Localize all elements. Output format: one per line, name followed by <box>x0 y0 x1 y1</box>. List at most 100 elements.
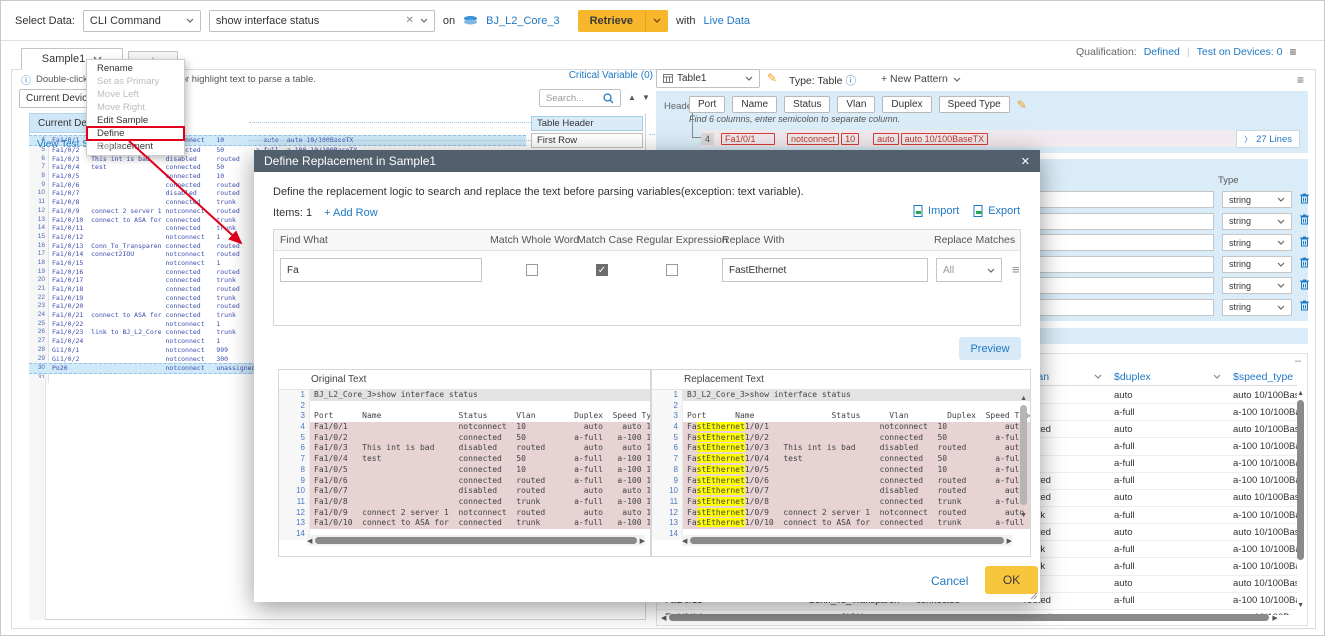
clear-icon[interactable]: ✕ <box>406 15 414 26</box>
scroll-down-icon[interactable]: ▼ <box>1020 512 1027 519</box>
delete-variable-icon[interactable] <box>1300 236 1309 250</box>
import-button[interactable]: Import <box>913 205 959 217</box>
table-cell: auto <box>1106 424 1225 435</box>
replace-matches-select[interactable]: All <box>936 258 1002 282</box>
ok-button[interactable]: OK <box>985 566 1038 594</box>
resize-handle[interactable] <box>1029 591 1038 600</box>
vertical-scrollbar[interactable] <box>1020 405 1027 505</box>
delete-variable-icon[interactable] <box>1300 257 1309 271</box>
search-input[interactable]: Search... <box>539 89 621 107</box>
regular-expression-checkbox[interactable] <box>666 264 678 276</box>
column-chip-speed-type[interactable]: Speed Type <box>939 96 1010 113</box>
edit-table-icon[interactable]: ✎ <box>767 71 777 85</box>
pattern-cell[interactable]: 10 <box>841 133 859 145</box>
scroll-up-icon[interactable]: ▲ <box>1297 390 1304 397</box>
horizontal-scrollbar[interactable]: ◀ ▶ <box>307 535 645 546</box>
code-line: 7FastEthernet1/0/4 test connected 50 a-f… <box>652 454 1030 465</box>
line-number: 10 <box>652 486 683 497</box>
pattern-cell[interactable]: auto <box>873 133 899 145</box>
edit-columns-icon[interactable]: ✎ <box>1017 98 1027 112</box>
device-link[interactable]: BJ_L2_Core_3 <box>486 15 559 27</box>
pattern-sample-row[interactable]: 4 Fa1/0/1 notconnect 10 auto auto 10/100… <box>701 130 1241 147</box>
horizontal-scrollbar[interactable]: ◀ ▶ <box>661 612 1297 623</box>
find-what-input[interactable]: Fa <box>280 258 482 282</box>
match-whole-word-checkbox[interactable] <box>526 264 538 276</box>
match-case-checkbox[interactable]: ✓ <box>596 264 608 276</box>
code-line: 6FastEthernet1/0/3 This int is bad disab… <box>652 443 1030 454</box>
chevron-right-icon: 〉 <box>1244 134 1252 145</box>
retrieve-dropdown[interactable] <box>645 10 668 32</box>
delete-variable-icon[interactable] <box>1300 214 1309 228</box>
variable-column-speed_type[interactable]: $speed_type <box>1225 371 1297 383</box>
critical-variable-link[interactable]: Critical Variable (0) <box>549 70 653 81</box>
line-number: 9 <box>279 476 310 487</box>
col-replace-matches: Replace Matches <box>934 234 1015 246</box>
column-chip-duplex[interactable]: Duplex <box>882 96 931 113</box>
add-row-button[interactable]: + Add Row <box>324 207 378 219</box>
scroll-left-icon[interactable]: ◀ <box>661 614 666 622</box>
line-number: 13 <box>279 518 310 529</box>
table-selector[interactable]: Table1 <box>656 69 760 88</box>
panel-menu-icon[interactable]: ≡ <box>1297 73 1304 87</box>
replace-with-input[interactable]: FastEthernet <box>722 258 928 282</box>
column-chip-status[interactable]: Status <box>784 96 830 113</box>
delete-variable-icon[interactable] <box>1300 193 1309 207</box>
dialog-header[interactable]: Define Replacement in Sample1 ✕ <box>254 150 1040 172</box>
scroll-up-icon[interactable]: ▲ <box>1020 395 1027 402</box>
variable-type-select[interactable]: string <box>1222 213 1292 230</box>
variable-column-duplex[interactable]: $duplex <box>1106 371 1225 383</box>
chevron-down-icon <box>745 76 753 81</box>
variable-type-select[interactable]: string <box>1222 191 1292 208</box>
anchor-table-header[interactable]: Table Header <box>531 116 643 131</box>
line-number: 12 <box>652 508 683 519</box>
data-type-select[interactable]: CLI Command <box>83 10 201 32</box>
cancel-button[interactable]: Cancel <box>931 574 968 588</box>
anchor-first-row[interactable]: First Row <box>531 133 643 148</box>
code-line: 9Fa1/0/6 connected routed a-full a-100 1… <box>279 476 650 487</box>
sort-down-icon[interactable]: ▼ <box>642 93 650 102</box>
horizontal-scrollbar[interactable]: ◀ ▶ <box>682 535 1012 546</box>
qualification-value[interactable]: Defined <box>1144 46 1180 58</box>
menu-icon[interactable]: ≡ <box>1289 45 1296 59</box>
variable-type-select[interactable]: string <box>1222 299 1292 316</box>
lines-expander[interactable]: 〉 27 Lines <box>1236 130 1300 148</box>
scroll-right-icon[interactable]: ▶ <box>640 537 645 545</box>
variable-type-select[interactable]: string <box>1222 256 1292 273</box>
pattern-cell[interactable]: auto 10/100BaseTX <box>901 133 989 145</box>
live-data-link[interactable]: Live Data <box>704 15 750 27</box>
scroll-left-icon[interactable]: ◀ <box>682 537 687 545</box>
command-input[interactable]: show interface status ✕ <box>209 10 435 32</box>
vertical-scrollbar[interactable] <box>1297 400 1304 560</box>
test-on-devices-link[interactable]: Test on Devices: 0 <box>1197 46 1283 58</box>
menu-item-define-replacement[interactable]: Define Replacement <box>87 127 184 140</box>
new-pattern-button[interactable]: + New Pattern <box>881 73 961 85</box>
replacement-rule-table: Find What Match Whole Word Match Case Re… <box>273 229 1021 326</box>
info-icon[interactable]: ⓘ <box>845 75 856 87</box>
delete-variable-icon[interactable] <box>1300 279 1309 293</box>
variable-type-select[interactable]: string <box>1222 277 1292 294</box>
sort-up-icon[interactable]: ▲ <box>628 93 636 102</box>
retrieve-button[interactable]: Retrieve <box>578 10 668 32</box>
code-line: 8Fa1/0/5 connected 10 a-full a-100 10/10… <box>279 465 650 476</box>
close-icon[interactable]: ✕ <box>1021 155 1030 168</box>
column-chip-vlan[interactable]: Vlan <box>837 96 875 113</box>
column-chip-name[interactable]: Name <box>732 96 777 113</box>
preview-button[interactable]: Preview <box>959 337 1021 360</box>
collapse-icon[interactable]: – <box>1295 355 1301 367</box>
scroll-right-icon[interactable]: ▶ <box>1007 537 1012 545</box>
line-number: 8 <box>279 465 310 476</box>
table-cell: auto 10/100BaseTX <box>1225 527 1297 538</box>
menu-item-edit-sample[interactable]: Edit Sample <box>87 114 184 127</box>
scroll-left-icon[interactable]: ◀ <box>307 537 312 545</box>
pattern-cell[interactable]: Fa1/0/1 <box>721 133 775 145</box>
export-button[interactable]: Export <box>973 205 1020 217</box>
menu-item-rename[interactable]: Rename <box>87 62 184 75</box>
drag-handle-icon[interactable]: ≡ <box>1012 262 1020 277</box>
column-chip-port[interactable]: Port <box>689 96 725 113</box>
delete-variable-icon[interactable] <box>1300 300 1309 314</box>
variable-type-select[interactable]: string <box>1222 234 1292 251</box>
pattern-cell[interactable]: notconnect <box>787 133 839 145</box>
scroll-right-icon[interactable]: ▶ <box>1272 614 1277 622</box>
scroll-down-icon[interactable]: ▼ <box>1297 602 1304 609</box>
chevron-down-icon[interactable] <box>420 18 428 23</box>
